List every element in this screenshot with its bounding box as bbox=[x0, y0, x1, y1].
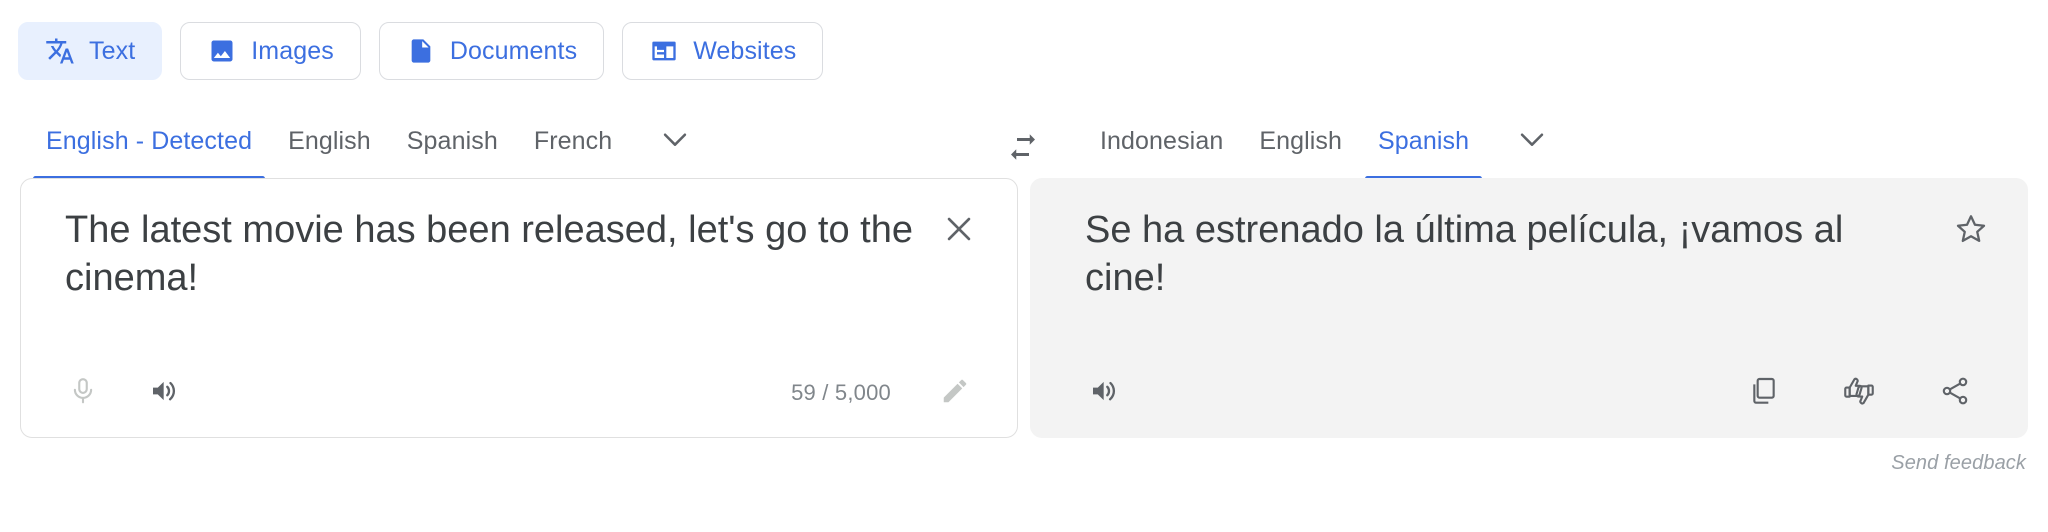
mode-tab-images-label: Images bbox=[251, 36, 334, 65]
target-language-tab-spanish[interactable]: Spanish bbox=[1360, 118, 1487, 181]
source-toolbar-left bbox=[21, 367, 191, 419]
source-language-tab-label: English bbox=[288, 126, 371, 155]
pencil-icon bbox=[940, 376, 970, 411]
source-language-tab-english-detected[interactable]: English - Detected bbox=[28, 118, 270, 181]
source-panel-toolbar: 59 / 5,000 bbox=[21, 363, 1017, 423]
copy-translation-button[interactable] bbox=[1737, 367, 1789, 419]
translate-mode-tabs: Text Images Documents Websites bbox=[18, 22, 824, 80]
thumbs-up-down-icon bbox=[1842, 374, 1876, 413]
google-translate-page: Text Images Documents Websites English -… bbox=[0, 0, 2048, 532]
chevron-down-icon bbox=[658, 122, 692, 161]
target-panel-toolbar bbox=[1031, 363, 2027, 423]
target-language-tab-label: Spanish bbox=[1378, 126, 1470, 155]
share-translation-button[interactable] bbox=[1929, 367, 1981, 419]
send-feedback-link[interactable]: Send feedback bbox=[1891, 452, 2026, 475]
mode-tab-images[interactable]: Images bbox=[180, 22, 361, 80]
target-language-tab-label: Indonesian bbox=[1100, 126, 1224, 155]
target-language-tab-indonesian[interactable]: Indonesian bbox=[1082, 118, 1241, 164]
mode-tab-websites[interactable]: Websites bbox=[622, 22, 824, 80]
rate-translation-button[interactable] bbox=[1833, 367, 1885, 419]
source-toolbar-right: 59 / 5,000 bbox=[791, 367, 1017, 419]
target-language-tab-english[interactable]: English bbox=[1241, 118, 1360, 164]
source-language-tab-english[interactable]: English bbox=[270, 118, 389, 164]
source-language-tab-french[interactable]: French bbox=[516, 118, 630, 164]
mode-tab-documents-label: Documents bbox=[449, 36, 578, 65]
mode-tab-text-label: Text bbox=[89, 36, 136, 65]
source-language-tab-label: English - Detected bbox=[46, 126, 253, 155]
clear-source-button[interactable] bbox=[931, 203, 987, 259]
source-microphone-button[interactable] bbox=[57, 367, 109, 419]
source-language-tabs: English - Detected English Spanish Frenc… bbox=[28, 118, 704, 181]
speaker-icon bbox=[1089, 375, 1121, 412]
document-icon bbox=[406, 36, 436, 66]
share-icon bbox=[1939, 375, 1971, 412]
star-icon bbox=[1954, 212, 1988, 251]
source-language-tab-spanish[interactable]: Spanish bbox=[389, 118, 516, 164]
source-listen-button[interactable] bbox=[139, 367, 191, 419]
swap-languages-button[interactable] bbox=[1000, 126, 1046, 172]
source-language-tab-label: Spanish bbox=[406, 126, 498, 155]
speaker-icon bbox=[149, 375, 181, 412]
translated-text: Se ha estrenado la última película, ¡vam… bbox=[1085, 209, 1844, 299]
target-language-tabs: Indonesian English Spanish bbox=[1082, 118, 1561, 181]
microphone-icon bbox=[68, 376, 98, 411]
source-text-panel[interactable]: The latest movie has been released, let'… bbox=[20, 178, 1018, 438]
save-translation-button[interactable] bbox=[1943, 203, 1999, 259]
mode-tab-documents[interactable]: Documents bbox=[378, 22, 605, 80]
source-language-tab-label: French bbox=[533, 126, 613, 155]
target-toolbar-right bbox=[1737, 367, 2027, 419]
character-counter: 59 / 5,000 bbox=[791, 380, 891, 405]
chevron-down-icon bbox=[1515, 122, 1549, 161]
translated-text-panel: Se ha estrenado la última película, ¡vam… bbox=[1030, 178, 2028, 438]
image-icon bbox=[207, 36, 237, 66]
edit-source-button[interactable] bbox=[929, 367, 981, 419]
target-more-languages-button[interactable] bbox=[1503, 118, 1561, 164]
website-icon bbox=[649, 36, 679, 66]
close-icon bbox=[942, 212, 976, 251]
source-text[interactable]: The latest movie has been released, let'… bbox=[65, 207, 921, 303]
swap-languages-icon bbox=[1005, 129, 1041, 170]
mode-tab-websites-label: Websites bbox=[693, 36, 797, 65]
target-toolbar-left bbox=[1031, 367, 1131, 419]
copy-icon bbox=[1747, 375, 1779, 412]
source-more-languages-button[interactable] bbox=[646, 118, 704, 164]
mode-tab-text[interactable]: Text bbox=[18, 22, 163, 80]
translate-icon bbox=[45, 36, 75, 66]
target-language-tab-label: English bbox=[1259, 126, 1343, 155]
target-listen-button[interactable] bbox=[1079, 367, 1131, 419]
